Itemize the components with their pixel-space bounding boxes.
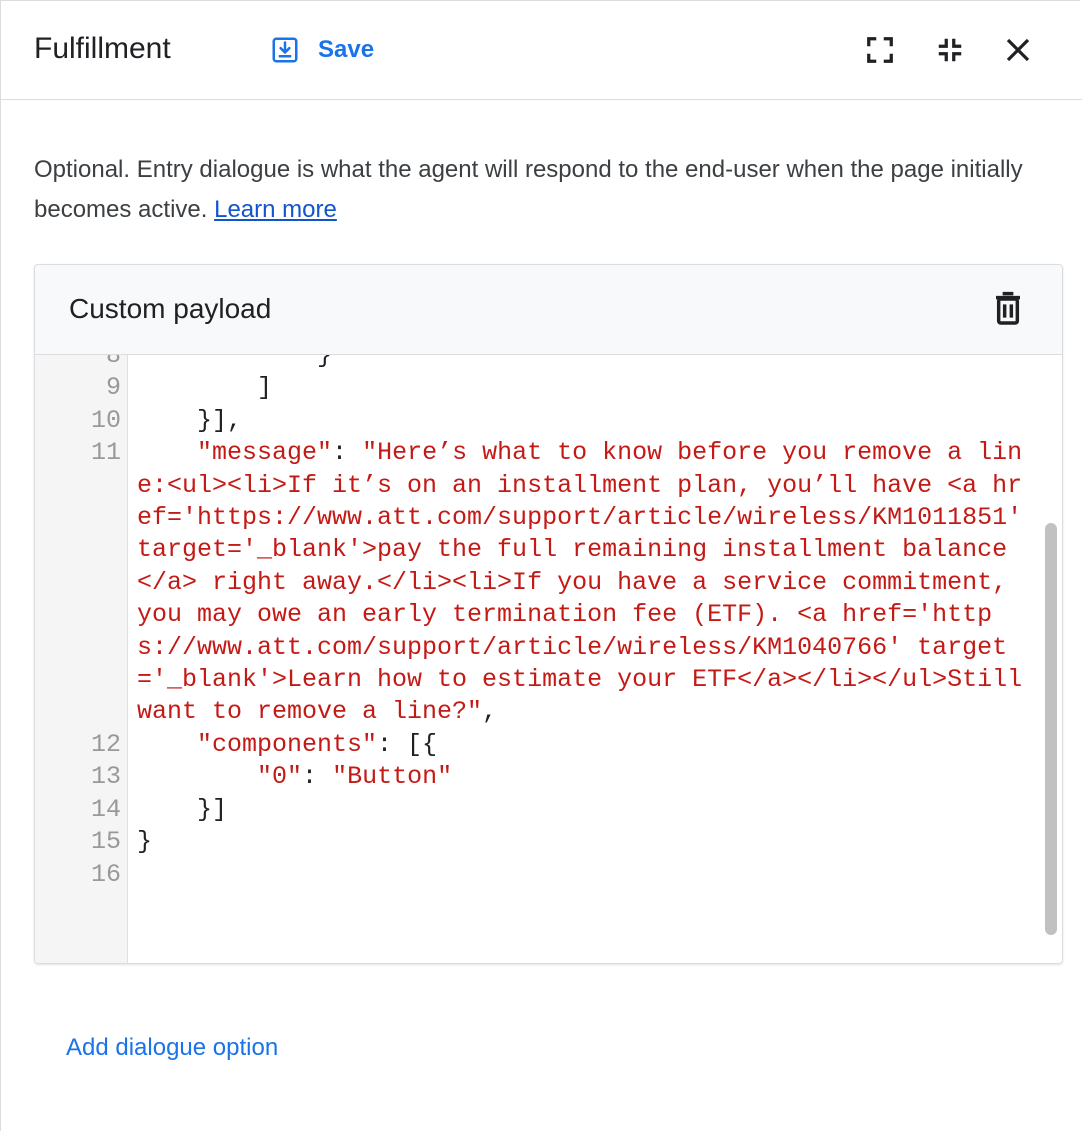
line-number: 14 xyxy=(90,794,121,824)
line-number: 9 xyxy=(105,373,121,403)
json-key: "components" xyxy=(137,729,378,759)
save-icon xyxy=(270,35,300,65)
learn-more-link[interactable]: Learn more xyxy=(214,196,337,223)
code-line: 11 "message": "Here’s what to know befor… xyxy=(35,437,1035,729)
line-number: 13 xyxy=(90,762,121,792)
close-icon[interactable] xyxy=(1000,32,1036,68)
line-text: ] xyxy=(137,373,273,403)
exit-fullscreen-icon[interactable] xyxy=(932,32,968,68)
card-header: Custom payload xyxy=(35,265,1062,355)
add-dialogue-option-button[interactable]: Add dialogue option xyxy=(66,1032,278,1064)
line-number: 15 xyxy=(90,827,121,857)
line-text: }] xyxy=(137,794,228,824)
line-number: 12 xyxy=(90,729,121,759)
code-content[interactable]: 8 } 9 ] 10 }], 11 "message": "Here’s what t… xyxy=(35,355,1035,891)
json-separator: : xyxy=(302,762,333,792)
save-label: Save xyxy=(318,36,375,63)
json-key: "message" xyxy=(137,438,333,468)
editor-scrollbar[interactable] xyxy=(1045,523,1057,935)
line-text: "0": "Button" xyxy=(137,761,1032,793)
json-trailing-punctuation: , xyxy=(482,697,498,727)
line-number: 10 xyxy=(90,405,121,435)
code-line: 10 }], xyxy=(35,405,1035,437)
code-line: 15} xyxy=(35,826,1035,858)
code-line: 12 "components": [{ xyxy=(35,729,1035,761)
line-text xyxy=(137,859,1032,891)
trash-icon[interactable] xyxy=(992,291,1024,327)
line-text: "components": [{ xyxy=(137,729,1032,761)
line-text: } xyxy=(137,355,333,370)
line-number: 11 xyxy=(90,438,121,468)
fullscreen-icon[interactable] xyxy=(862,32,898,68)
entry-dialogue-description: Optional. Entry dialogue is what the age… xyxy=(34,150,1044,230)
line-text: "message": "Here’s what to know before y… xyxy=(137,437,1032,729)
custom-payload-card: Custom payload 8 } 9 ] 10 }], 11 "message":… xyxy=(34,264,1063,964)
line-text: }], xyxy=(137,405,243,435)
description-text: Optional. Entry dialogue is what the age… xyxy=(34,156,1023,223)
json-key: "0" xyxy=(137,762,303,792)
line-text: } xyxy=(137,827,153,857)
panel-title: Fulfillment xyxy=(34,32,171,65)
code-line: 8 } xyxy=(35,355,1035,372)
code-line: 13 "0": "Button" xyxy=(35,761,1035,793)
code-line: 9 ] xyxy=(35,372,1035,404)
code-line: 14 }] xyxy=(35,794,1035,826)
save-button[interactable]: Save xyxy=(270,30,374,70)
line-number: 16 xyxy=(90,859,121,889)
json-separator: : xyxy=(332,438,363,468)
json-separator: : [{ xyxy=(377,729,438,759)
json-string-value: "Button" xyxy=(332,762,453,792)
json-string-value: "Here’s what to know before you remove a… xyxy=(137,438,1038,727)
code-editor[interactable]: 8 } 9 ] 10 }], 11 "message": "Here’s what t… xyxy=(35,355,1062,963)
card-title: Custom payload xyxy=(69,293,272,324)
line-number: 8 xyxy=(105,355,121,370)
panel-header: Fulfillment Save xyxy=(0,0,1082,100)
code-line: 16 xyxy=(35,859,1035,891)
